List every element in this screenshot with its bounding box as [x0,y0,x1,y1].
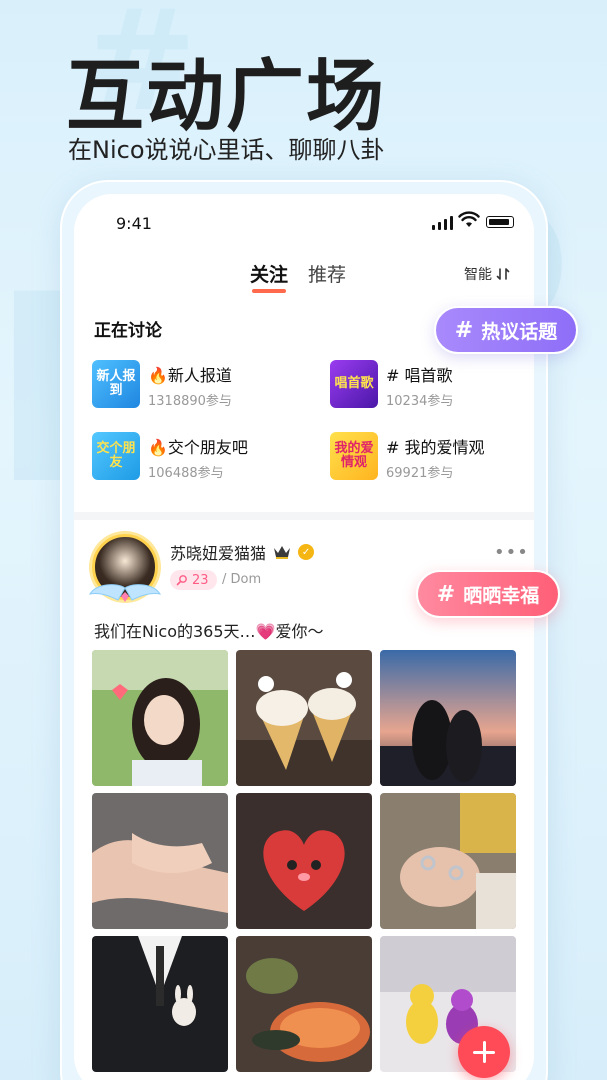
topic-count: 1318890参与 [148,394,232,409]
topic-count: 69921参与 [386,466,454,481]
happiness-label: 晒晒幸福 [463,584,540,607]
topic-name: # 我的爱情观 [386,438,485,457]
location-text: Dom [230,572,262,587]
hash-icon: # [436,581,456,607]
topic-thumbnail: 交个朋友 [92,432,140,480]
tab-follow[interactable]: 关注 [250,260,288,293]
feed-tabs: 关注 推荐 [250,260,346,293]
photo-suit-with-bunny-pin[interactable] [92,936,228,1072]
post-username[interactable]: 苏晓妞爱猫猫 ✓ [170,540,315,564]
topic-thumbnail: 我的爱情观 [330,432,378,480]
create-post-button[interactable] [458,1026,510,1078]
happiness-tag[interactable]: # 晒晒幸福 [416,570,560,618]
topic-thumb-text: 交个朋友 [96,441,136,470]
status-bar: 9:41 [74,194,534,250]
topic-item[interactable]: 我的爱情观 # 我的爱情观 69921参与 [330,432,530,484]
topic-item[interactable]: 交个朋友 🔥交个朋友吧 106488参与 [92,432,292,484]
photo-hotpot-meal[interactable] [236,936,372,1072]
topic-thumb-text: 唱首歌 [334,376,374,392]
topic-thumbnail: 新人报到 [92,360,140,408]
topic-thumb-text: 我的爱情观 [334,441,374,470]
location-separator: / [222,572,227,587]
tab-recommend[interactable]: 推荐 [308,260,346,287]
photo-girl-portrait[interactable] [92,650,228,786]
photo-holding-hands[interactable] [92,793,228,929]
battery-icon [486,216,514,228]
topic-thumbnail: 唱首歌 [330,360,378,408]
photo-grid [92,650,516,1072]
avatar-frame-wings-icon [88,584,162,602]
sort-button[interactable]: 智能 [464,264,510,284]
post-text: 我们在Nico的365天…💗爱你～ [94,622,324,641]
photo-sunset-couple[interactable] [380,650,516,786]
level-badge: 23 [170,570,217,590]
status-time: 9:41 [116,214,152,233]
photo-ringed-hands[interactable] [380,793,516,929]
hero-subtitle: 在Nico说说心里话、聊聊八卦 [68,136,385,164]
verified-icon: ✓ [298,544,315,560]
hash-icon: # [454,317,474,343]
signal-icon [432,216,453,230]
topic-name: # 唱首歌 [386,366,453,385]
more-options-button[interactable]: ••• [494,542,529,563]
discussion-title: 正在讨论 [94,321,162,341]
photo-heart-plush[interactable] [236,793,372,929]
topic-count: 106488参与 [148,466,224,481]
topic-name: 🔥新人报道 [148,366,232,385]
topic-name: 🔥交个朋友吧 [148,438,248,457]
topic-thumb-text: 新人报到 [96,369,136,398]
topic-item[interactable]: 唱首歌 # 唱首歌 10234参与 [330,360,530,412]
level-icon [176,575,187,586]
post-location: / Dom [222,572,261,587]
crown-icon [274,546,291,559]
sort-label: 智能 [464,267,492,283]
topic-item[interactable]: 新人报到 🔥新人报道 1318890参与 [92,360,292,412]
discussion-card: 关注 推荐 智能 正在讨论 新人报到 🔥新人报道 1318890参与 唱首歌 #… [74,250,534,512]
username-text: 苏晓妞爱猫猫 [170,544,267,563]
wifi-icon [458,211,480,227]
sort-arrows-icon [496,268,510,280]
level-value: 23 [192,572,209,588]
hot-topic-tag[interactable]: # 热议话题 [434,306,578,354]
photo-ice-cream-cones[interactable] [236,650,372,786]
hot-topic-label: 热议话题 [481,320,558,343]
topic-count: 10234参与 [386,394,454,409]
